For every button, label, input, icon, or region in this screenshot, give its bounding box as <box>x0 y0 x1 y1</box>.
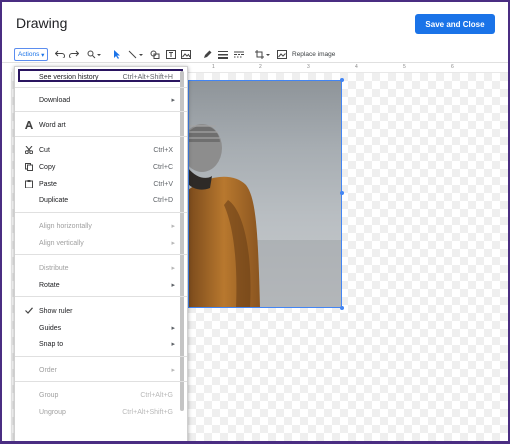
line-dash-icon[interactable] <box>234 47 244 61</box>
menu-item-snap-to[interactable]: Snap to ▸ <box>15 338 187 352</box>
menu-item-label: Copy <box>39 164 56 171</box>
undo-icon[interactable] <box>55 47 65 61</box>
menu-item-shortcut: Ctrl+Alt+Shift+H <box>122 74 173 81</box>
chevron-right-icon: ▸ <box>171 223 175 230</box>
menu-item-label: Group <box>39 392 59 399</box>
menu-item-duplicate[interactable]: Duplicate Ctrl+D <box>15 194 187 208</box>
chevron-right-icon: ▸ <box>171 341 175 348</box>
actions-menu: See version history Ctrl+Alt+Shift+H Down… <box>14 66 188 441</box>
copy-icon <box>25 163 33 173</box>
menu-divider <box>15 111 187 112</box>
menu-item-paste[interactable]: Paste Ctrl+V <box>15 178 187 192</box>
menu-divider <box>15 136 187 137</box>
menu-item-label: Download <box>39 97 71 104</box>
checkmark-icon <box>25 307 33 316</box>
replace-image-button[interactable]: Replace image <box>292 47 335 61</box>
resize-handle[interactable] <box>340 78 344 82</box>
shape-tool-icon[interactable] <box>150 47 160 61</box>
crop-icon[interactable] <box>255 47 271 61</box>
zoom-icon[interactable] <box>87 47 101 61</box>
menu-item-cut[interactable]: Cut Ctrl+X <box>15 144 187 158</box>
menu-item-label: Ungroup <box>39 409 66 416</box>
menu-item-label: Align vertically <box>39 240 84 247</box>
menu-item-shortcut: Ctrl+C <box>152 164 173 171</box>
line-tool-icon[interactable] <box>128 47 144 61</box>
menu-item-show-ruler[interactable]: Show ruler <box>15 305 187 319</box>
menu-divider <box>15 254 187 255</box>
menu-divider <box>15 296 187 297</box>
menu-divider <box>15 212 187 213</box>
menu-item-download[interactable]: Download ▸ <box>15 94 187 108</box>
resize-handle[interactable] <box>340 306 344 310</box>
ruler-tick-label: 6 <box>451 64 454 70</box>
menu-item-copy[interactable]: Copy Ctrl+C <box>15 161 187 175</box>
select-pointer-icon[interactable] <box>113 47 121 61</box>
menu-item-label: Order <box>39 367 57 374</box>
chevron-right-icon: ▸ <box>171 97 175 104</box>
resize-handle[interactable] <box>340 191 344 195</box>
dialog-title: Drawing <box>16 15 68 31</box>
menu-item-guides[interactable]: Guides ▸ <box>15 322 187 336</box>
menu-divider <box>15 381 187 382</box>
chevron-right-icon: ▸ <box>171 325 175 332</box>
redo-icon[interactable] <box>69 47 79 61</box>
actions-label: Actions <box>18 51 40 58</box>
menu-item-word-art[interactable]: Word art <box>15 119 187 133</box>
menu-item-shortcut: Ctrl+V <box>153 181 173 188</box>
chevron-right-icon: ▸ <box>171 265 175 272</box>
menu-item-label: Rotate <box>39 282 60 289</box>
menu-divider <box>15 87 187 88</box>
menu-item-shortcut: Ctrl+Alt+G <box>140 392 173 399</box>
ruler-tick-label: 4 <box>355 64 358 70</box>
menu-item-align-vertically[interactable]: Align vertically ▸ <box>15 237 187 251</box>
replace-image-icon[interactable] <box>277 47 287 61</box>
menu-item-shortcut: Ctrl+X <box>153 147 173 154</box>
selection-frame <box>188 80 342 308</box>
menu-item-group[interactable]: Group Ctrl+Alt+G <box>15 389 187 403</box>
menu-item-label: Cut <box>39 147 50 154</box>
toolbar: Actions ▾ Replace image <box>2 46 508 63</box>
chevron-right-icon: ▸ <box>171 367 175 374</box>
ruler-tick-label: 3 <box>307 64 310 70</box>
menu-item-label: Duplicate <box>39 197 69 204</box>
menu-item-rotate[interactable]: Rotate ▸ <box>15 279 187 293</box>
menu-item-shortcut: Ctrl+D <box>152 197 173 204</box>
chevron-down-icon: ▾ <box>39 51 45 59</box>
word-art-icon <box>25 121 33 131</box>
image-icon[interactable] <box>181 47 191 61</box>
menu-item-label: See version history <box>39 74 99 81</box>
menu-item-shortcut: Ctrl+Alt+Shift+G <box>122 409 173 416</box>
ruler-tick-label: 1 <box>212 64 215 70</box>
actions-menu-button[interactable]: Actions ▾ <box>14 48 49 61</box>
drawing-window: Drawing Save and Close Actions ▾ Replace… <box>2 2 508 441</box>
vertical-ruler <box>2 72 12 441</box>
pen-icon[interactable] <box>203 47 212 61</box>
menu-item-label: Show ruler <box>39 308 73 315</box>
scissors-icon <box>24 145 34 156</box>
menu-item-ungroup[interactable]: Ungroup Ctrl+Alt+Shift+G <box>15 406 187 420</box>
line-weight-icon[interactable] <box>218 47 228 61</box>
menu-item-label: Paste <box>39 181 57 188</box>
menu-item-label: Word art <box>39 122 66 129</box>
text-box-icon[interactable] <box>166 47 176 61</box>
ruler-tick-label: 2 <box>259 64 262 70</box>
chevron-right-icon: ▸ <box>171 240 175 247</box>
menu-item-align-horizontally[interactable]: Align horizontally ▸ <box>15 220 187 234</box>
clipboard-icon <box>25 180 33 190</box>
save-and-close-button[interactable]: Save and Close <box>415 14 495 34</box>
menu-item-version-history[interactable]: See version history Ctrl+Alt+Shift+H <box>15 71 187 85</box>
menu-item-label: Distribute <box>39 265 69 272</box>
chevron-right-icon: ▸ <box>171 282 175 289</box>
menu-divider <box>15 356 187 357</box>
menu-item-label: Snap to <box>39 341 64 348</box>
ruler-tick-label: 5 <box>403 64 406 70</box>
menu-item-label: Align horizontally <box>39 223 92 230</box>
menu-item-order[interactable]: Order ▸ <box>15 364 187 378</box>
menu-item-label: Guides <box>39 325 62 332</box>
menu-item-distribute[interactable]: Distribute ▸ <box>15 262 187 276</box>
